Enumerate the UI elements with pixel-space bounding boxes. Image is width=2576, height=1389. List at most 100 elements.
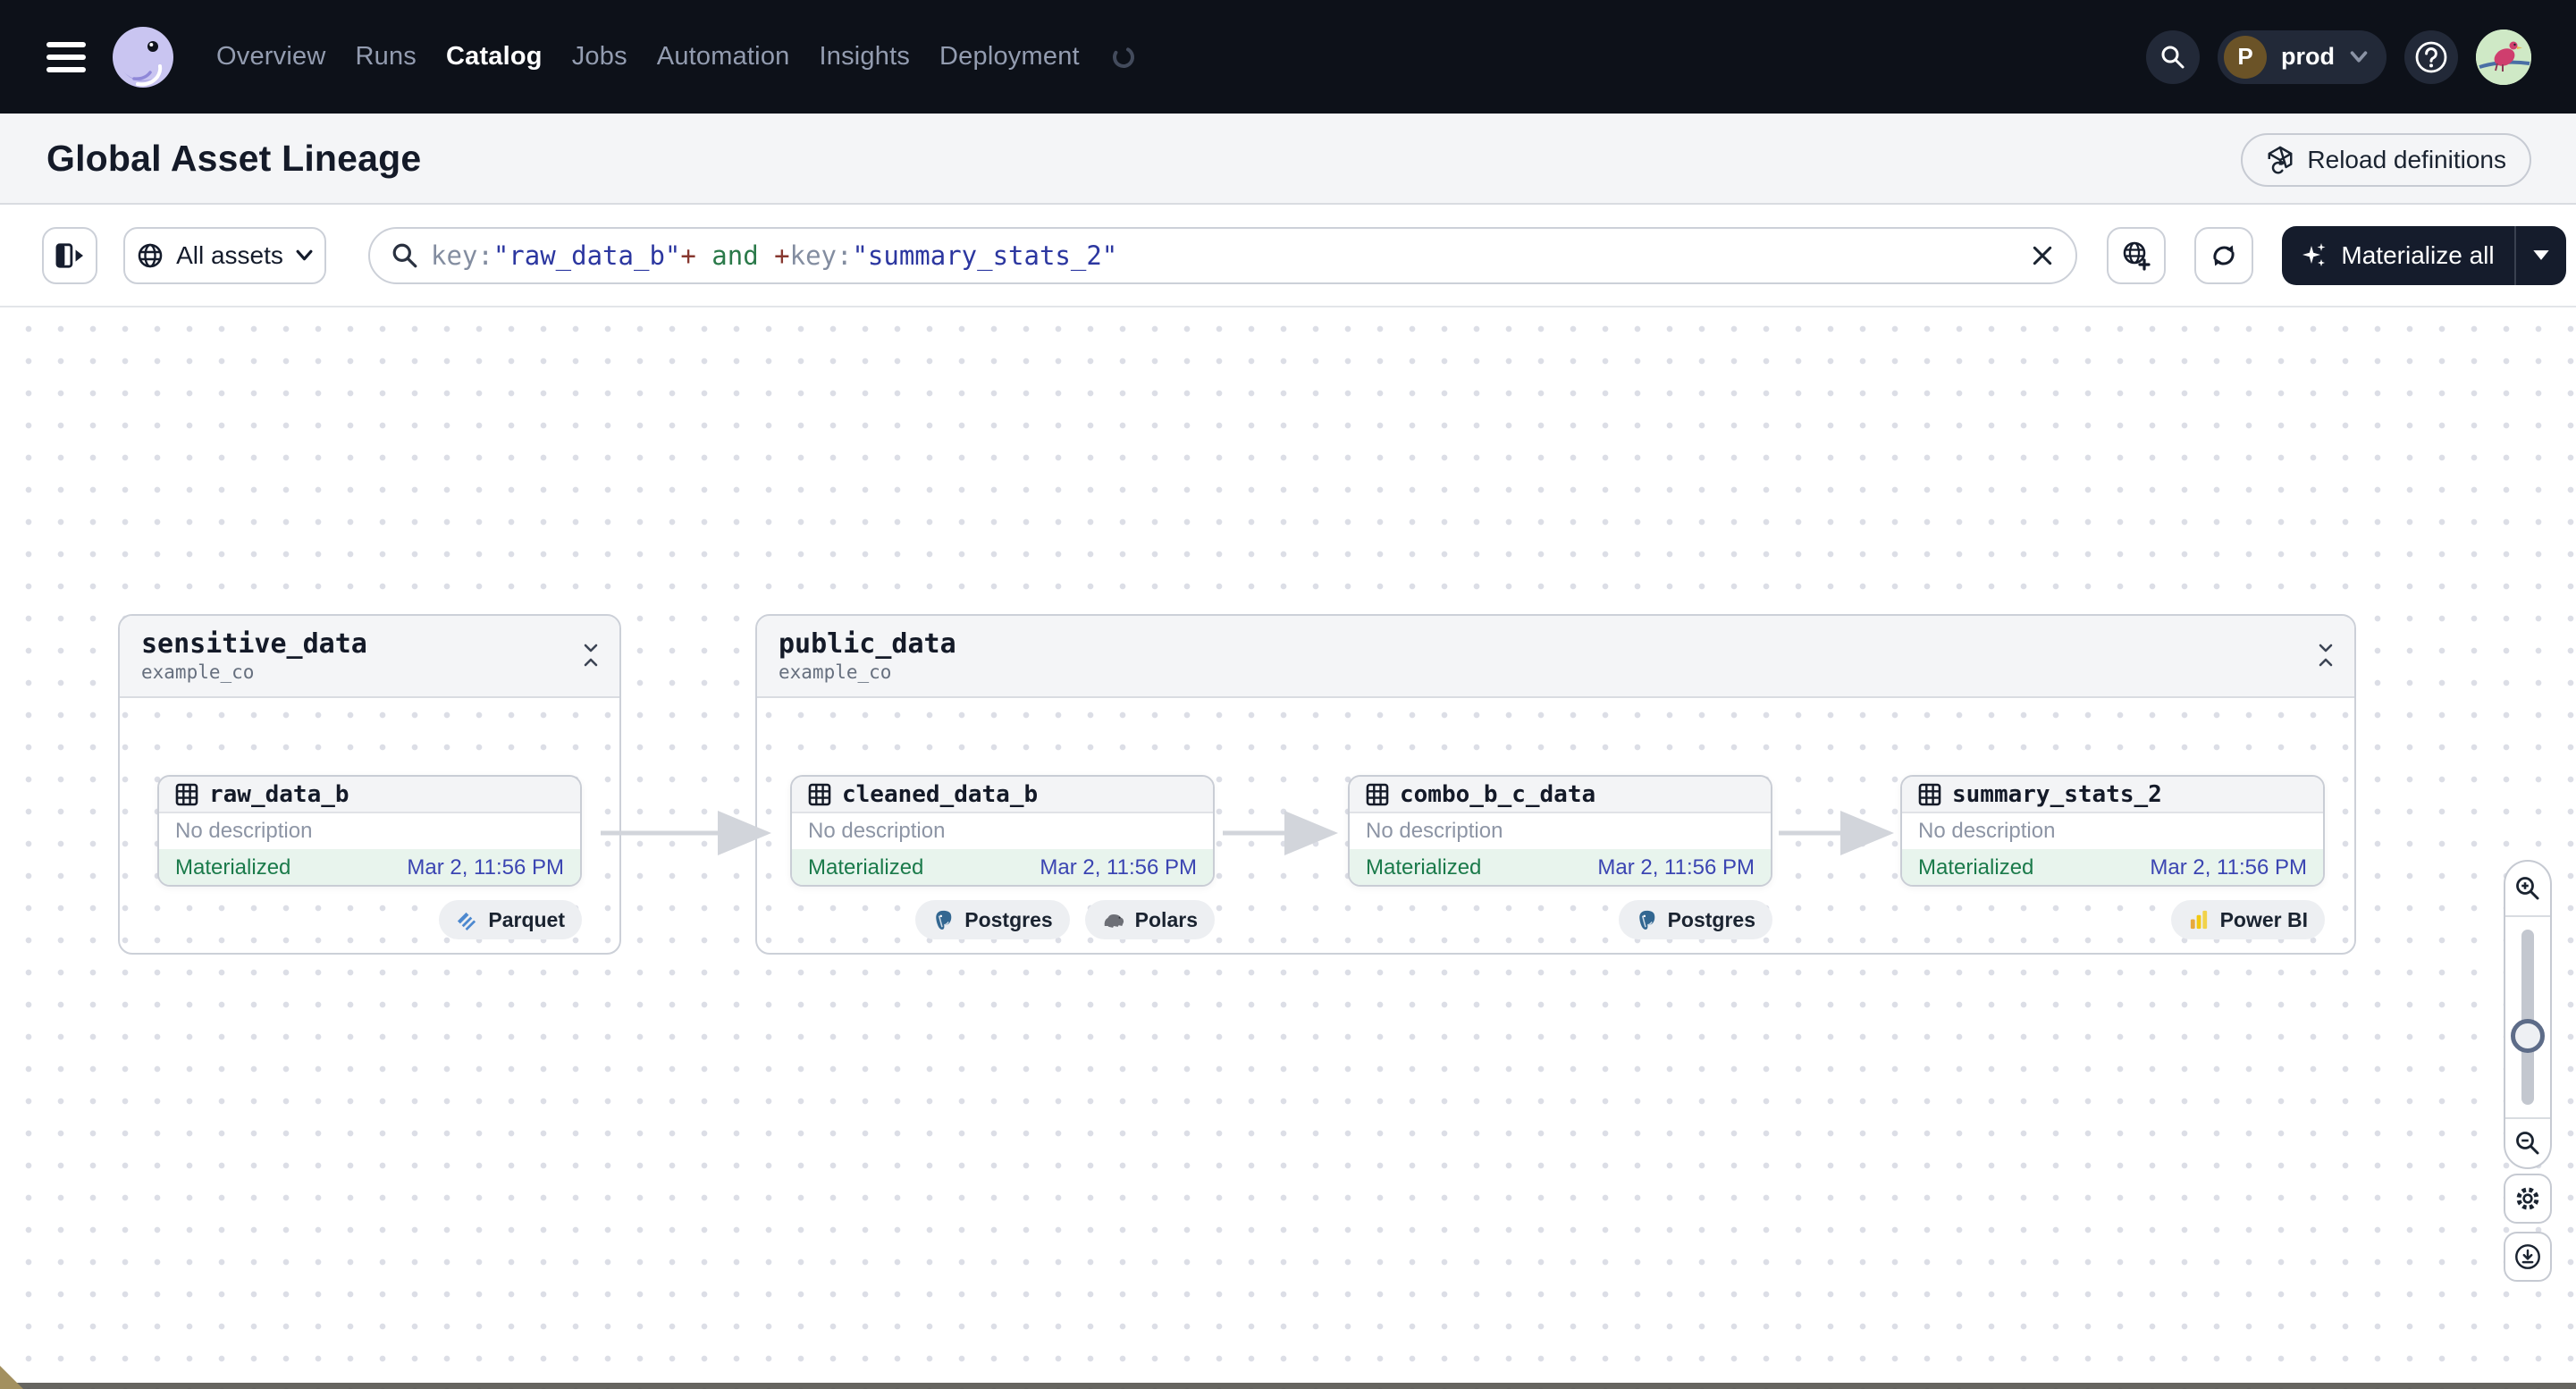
asset-status-bar: Materialized Mar 2, 11:56 PM xyxy=(159,849,580,885)
asset-search-input[interactable]: key:"raw_data_b"+ and +key:"summary_stat… xyxy=(368,226,2077,284)
asset-name: raw_data_b xyxy=(209,780,349,808)
asset-description: No description xyxy=(1366,819,1503,843)
zoom-in-icon xyxy=(2516,877,2539,900)
close-icon xyxy=(2033,246,2052,265)
nav-menu: Overview Runs Catalog Jobs Automation In… xyxy=(216,42,1136,72)
table-icon xyxy=(175,783,198,805)
search-icon xyxy=(2161,46,2185,68)
tag-postgres[interactable]: Postgres xyxy=(915,900,1070,939)
nav-item-insights[interactable]: Insights xyxy=(819,42,910,72)
deployment-avatar: P xyxy=(2224,35,2267,79)
zoom-out-button[interactable] xyxy=(2505,1117,2550,1167)
materialization-timestamp[interactable]: Mar 2, 11:56 PM xyxy=(1040,855,1197,880)
asset-scope-dropdown[interactable]: All assets xyxy=(123,226,326,284)
parquet-icon xyxy=(458,912,476,930)
nav-item-jobs[interactable]: Jobs xyxy=(572,42,627,72)
zoom-out-icon xyxy=(2516,1132,2539,1155)
refresh-icon xyxy=(2213,245,2235,265)
asset-node-combo-b-c-data[interactable]: combo_b_c_data No description Materializ… xyxy=(1348,775,1772,887)
asset-tags-cleaned-data-b: Postgres Polars xyxy=(790,900,1215,939)
asset-description: No description xyxy=(175,819,313,843)
materialization-timestamp[interactable]: Mar 2, 11:56 PM xyxy=(2150,855,2307,880)
view-scope-button[interactable] xyxy=(2107,226,2166,284)
window-bottom-edge xyxy=(0,1383,2576,1389)
tag-postgres[interactable]: Postgres xyxy=(1618,900,1772,939)
deployment-name: prod xyxy=(2281,43,2335,70)
materialize-options-button[interactable] xyxy=(2514,225,2566,285)
status-badge: Materialized xyxy=(1918,855,2034,880)
status-badge: Materialized xyxy=(808,855,924,880)
search-button[interactable] xyxy=(2146,29,2200,84)
dagster-app: Overview Runs Catalog Jobs Automation In… xyxy=(0,0,2576,1389)
tag-power-bi[interactable]: Power BI xyxy=(2170,900,2325,939)
user-avatar[interactable] xyxy=(2476,29,2531,85)
globe-plus-icon xyxy=(2123,241,2151,271)
zoom-slider-track[interactable] xyxy=(2521,930,2534,1105)
asset-status-bar: Materialized Mar 2, 11:56 PM xyxy=(792,849,1213,885)
nav-item-catalog[interactable]: Catalog xyxy=(446,42,543,72)
page-title: Global Asset Lineage xyxy=(46,137,422,179)
asset-tags-summary-stats-2: Power BI xyxy=(1900,900,2325,939)
asset-status-bar: Materialized Mar 2, 11:56 PM xyxy=(1902,849,2323,885)
download-image-button[interactable] xyxy=(2504,1232,2552,1282)
zoom-slider-thumb[interactable] xyxy=(2511,1019,2545,1053)
status-badge: Materialized xyxy=(175,855,291,880)
asset-name: cleaned_data_b xyxy=(842,780,1039,808)
nav-item-deployment[interactable]: Deployment xyxy=(939,42,1080,72)
asset-node-raw-data-b[interactable]: raw_data_b No description Materialized M… xyxy=(157,775,582,887)
asset-tags-combo-b-c-data: Postgres xyxy=(1348,900,1772,939)
asset-name: combo_b_c_data xyxy=(1400,780,1596,808)
asset-tags-raw-data-b: Parquet xyxy=(157,900,582,939)
reload-cube-icon xyxy=(2268,146,2293,174)
download-icon xyxy=(2515,1244,2540,1269)
zoom-controls xyxy=(2504,860,2552,1169)
refresh-button[interactable] xyxy=(2194,226,2253,284)
top-nav: Overview Runs Catalog Jobs Automation In… xyxy=(0,0,2576,114)
tag-label: Polars xyxy=(1134,907,1198,931)
open-panel-button[interactable] xyxy=(42,226,97,284)
nav-item-automation[interactable]: Automation xyxy=(657,42,790,72)
help-button[interactable] xyxy=(2404,29,2458,84)
chevron-down-icon xyxy=(2350,51,2368,63)
tag-label: Postgres xyxy=(964,907,1053,931)
tag-parquet[interactable]: Parquet xyxy=(439,900,582,939)
dagster-logo-icon[interactable] xyxy=(111,25,175,89)
table-icon xyxy=(808,783,831,805)
asset-description: No description xyxy=(808,819,946,843)
graph-settings-button[interactable] xyxy=(2504,1174,2552,1224)
page-curl-decoration xyxy=(0,1366,23,1389)
postgres-icon xyxy=(936,910,952,930)
globe-icon xyxy=(138,243,163,267)
panel-toggle-icon xyxy=(55,242,83,268)
nav-item-overview[interactable]: Overview xyxy=(216,42,325,72)
status-badge: Materialized xyxy=(1366,855,1482,880)
materialize-all-label: Materialize all xyxy=(2341,240,2495,269)
reload-definitions-button[interactable]: Reload definitions xyxy=(2241,133,2531,187)
tag-polars[interactable]: Polars xyxy=(1084,900,1215,939)
zoom-slider[interactable] xyxy=(2505,917,2550,1117)
page-header: Global Asset Lineage Reload definitions xyxy=(0,114,2576,205)
nav-item-runs[interactable]: Runs xyxy=(355,42,417,72)
clear-search-button[interactable] xyxy=(2031,244,2054,267)
caret-down-icon xyxy=(2533,250,2549,260)
power-bi-icon xyxy=(2190,910,2207,929)
asset-status-bar: Materialized Mar 2, 11:56 PM xyxy=(1350,849,1771,885)
menu-icon[interactable] xyxy=(46,41,86,72)
chevron-down-icon xyxy=(296,249,313,261)
materialization-timestamp[interactable]: Mar 2, 11:56 PM xyxy=(407,855,564,880)
asset-name: summary_stats_2 xyxy=(1952,780,2162,808)
materialize-all-button[interactable]: Materialize all xyxy=(2282,226,2514,285)
zoom-in-button[interactable] xyxy=(2505,862,2550,917)
postgres-icon xyxy=(1638,910,1654,930)
lineage-canvas[interactable]: sensitive_data example_co public_data ex… xyxy=(0,307,2576,1389)
tag-label: Postgres xyxy=(1667,907,1755,931)
asset-description: No description xyxy=(1918,819,2056,843)
asset-node-summary-stats-2[interactable]: summary_stats_2 No description Materiali… xyxy=(1900,775,2325,887)
materialization-timestamp[interactable]: Mar 2, 11:56 PM xyxy=(1597,855,1755,880)
asset-node-cleaned-data-b[interactable]: cleaned_data_b No description Materializ… xyxy=(790,775,1215,887)
tag-label: Power BI xyxy=(2219,907,2308,931)
polars-icon xyxy=(1104,913,1124,928)
deployment-switcher[interactable]: P prod xyxy=(2218,29,2387,84)
tag-label: Parquet xyxy=(488,907,565,931)
search-icon xyxy=(392,243,417,267)
